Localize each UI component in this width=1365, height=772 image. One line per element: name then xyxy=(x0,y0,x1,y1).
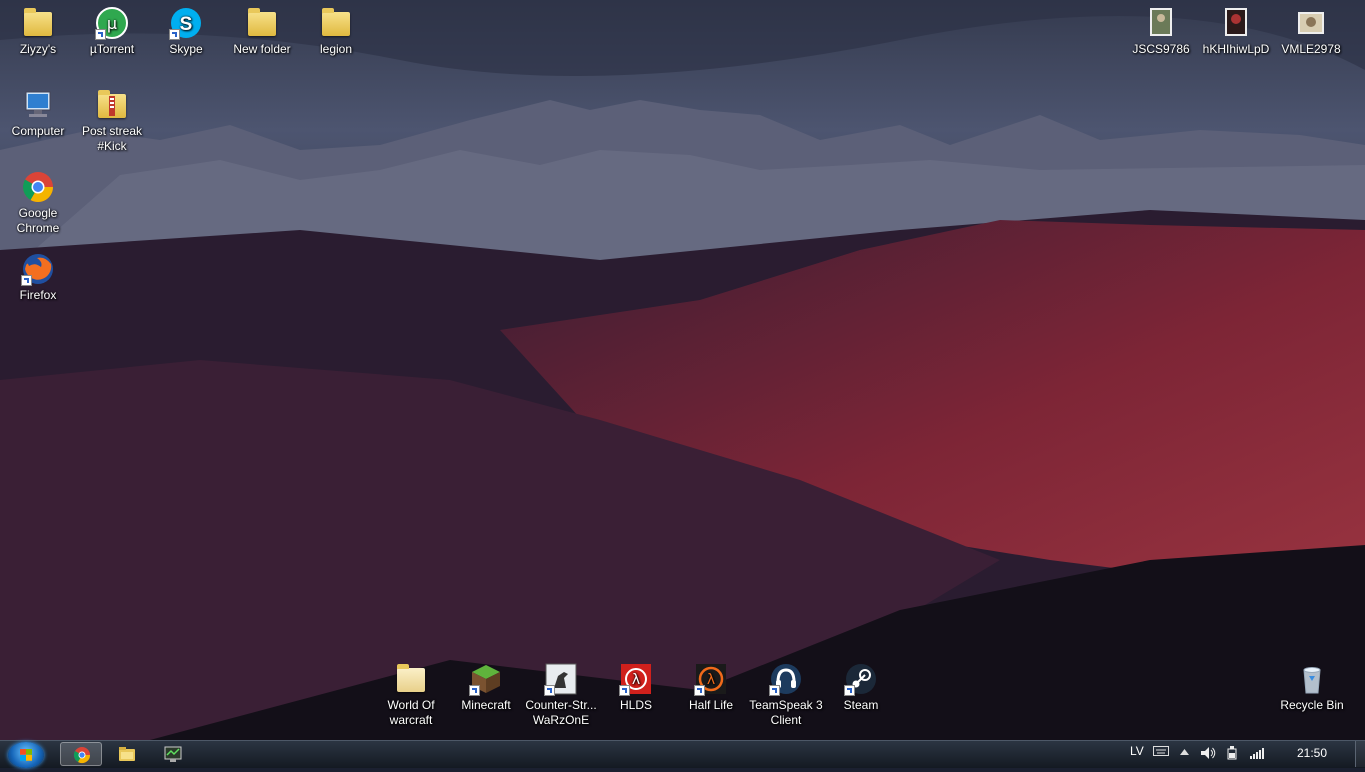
show-hidden-icons-icon[interactable] xyxy=(1180,749,1189,755)
desktop-icon-minecraft[interactable]: Minecraft xyxy=(448,662,524,713)
desktop-icon-recycle-bin[interactable]: Recycle Bin xyxy=(1274,662,1350,713)
svg-text:λ: λ xyxy=(707,672,715,688)
svg-text:µ: µ xyxy=(107,14,117,33)
image-file-icon xyxy=(1219,6,1253,40)
folder-icon xyxy=(319,6,353,40)
desktop-wallpaper xyxy=(0,0,1365,740)
desktop-icon-half-life[interactable]: λ Half Life xyxy=(673,662,749,713)
half-life-icon: λ xyxy=(694,662,728,696)
desktop-icon-post-streak[interactable]: Post streak #Kick xyxy=(74,88,150,154)
desktop-icon-counter-strike[interactable]: Counter-Str... WaRzOnE xyxy=(523,662,599,728)
explorer-icon xyxy=(119,747,135,761)
power-icon[interactable] xyxy=(1226,746,1238,760)
image-file-icon xyxy=(1144,6,1178,40)
computer-icon xyxy=(21,88,55,122)
desktop-icon-ziyzys[interactable]: Ziyzy's xyxy=(0,6,76,57)
counter-strike-icon xyxy=(544,662,578,696)
taskbar-explorer-button[interactable] xyxy=(106,742,148,766)
keyboard-icon[interactable] xyxy=(1153,745,1169,757)
desktop-icon-skype[interactable]: S Skype xyxy=(148,6,224,57)
desktop-icon-world-of-warcraft[interactable]: World Of warcraft xyxy=(373,662,449,728)
folder-icon xyxy=(245,6,279,40)
clock[interactable]: 21:50 xyxy=(1297,746,1327,760)
desktop-icon-hkhihiwlpd[interactable]: hKHIhiwLpD xyxy=(1198,6,1274,57)
user-folder-icon xyxy=(21,6,55,40)
zip-folder-icon xyxy=(95,88,129,122)
volume-icon[interactable] xyxy=(1200,746,1216,760)
image-file-icon xyxy=(1294,6,1328,40)
teamspeak-icon xyxy=(769,662,803,696)
folder-icon xyxy=(394,662,428,696)
steam-icon xyxy=(844,662,878,696)
hlds-icon: λ xyxy=(619,662,653,696)
desktop-icon-jscs9786[interactable]: JSCS9786 xyxy=(1123,6,1199,57)
recycle-bin-icon xyxy=(1295,662,1329,696)
desktop-icon-hlds[interactable]: λ HLDS xyxy=(598,662,674,713)
language-indicator[interactable]: LV xyxy=(1130,744,1144,758)
desktop-icon-new-folder[interactable]: New folder xyxy=(224,6,300,57)
desktop-icon-google-chrome[interactable]: Google Chrome xyxy=(0,170,76,236)
utorrent-icon: µ xyxy=(95,6,129,40)
svg-text:λ: λ xyxy=(632,672,640,688)
taskbar-chrome-button[interactable] xyxy=(60,742,102,766)
taskbar-monitor-app-button[interactable] xyxy=(152,742,194,766)
chrome-icon xyxy=(21,170,55,204)
firefox-icon xyxy=(21,252,55,286)
network-signal-icon[interactable] xyxy=(1249,747,1265,759)
desktop-icon-firefox[interactable]: Firefox xyxy=(0,252,76,303)
desktop-icon-steam[interactable]: Steam xyxy=(823,662,899,713)
chrome-icon xyxy=(73,747,91,764)
show-desktop-button[interactable] xyxy=(1355,741,1365,767)
monitor-app-icon xyxy=(164,746,182,762)
desktop-icon-computer[interactable]: Computer xyxy=(0,88,76,139)
svg-text:S: S xyxy=(180,14,193,35)
skype-icon: S xyxy=(169,6,203,40)
minecraft-icon xyxy=(469,662,503,696)
desktop-icon-vmle2978[interactable]: VMLE2978 xyxy=(1273,6,1349,57)
desktop-icon-utorrent[interactable]: µ µTorrent xyxy=(74,6,150,57)
start-button[interactable] xyxy=(8,742,44,768)
desktop-icon-teamspeak[interactable]: TeamSpeak 3 Client xyxy=(748,662,824,728)
desktop-icon-legion[interactable]: legion xyxy=(298,6,374,57)
